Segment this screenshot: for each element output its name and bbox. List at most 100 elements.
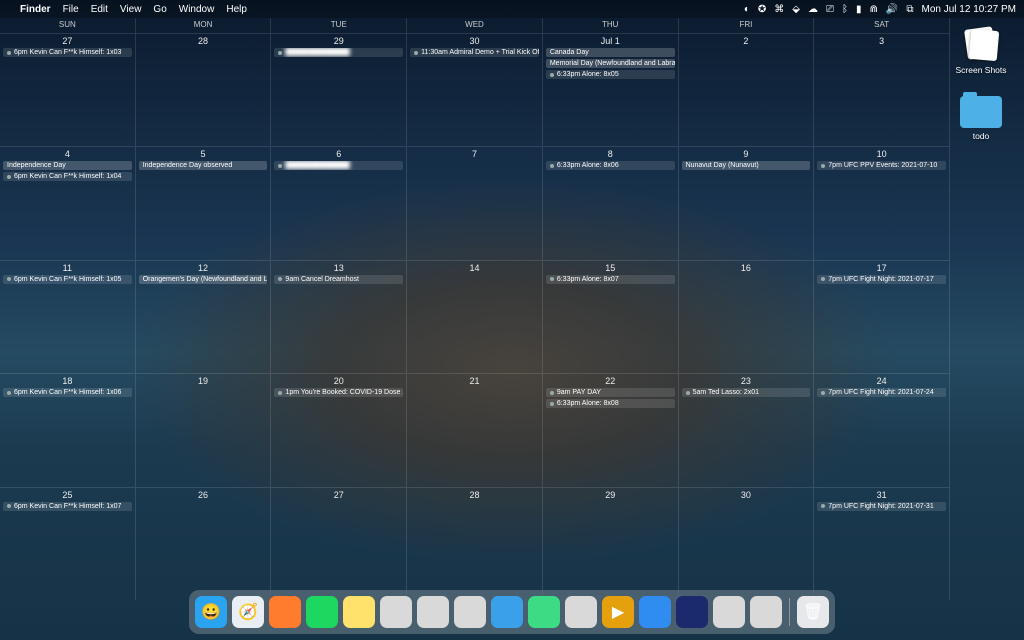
status-icon[interactable]: ☁: [808, 4, 818, 15]
calendar-event[interactable]: 6pm Kevin Can F**k Himself: 1x04: [3, 172, 132, 181]
calendar-cell[interactable]: 6█████████████: [271, 146, 407, 259]
dock-app-plex[interactable]: ▶: [602, 596, 634, 628]
calendar-cell[interactable]: 28: [407, 487, 543, 600]
menu-view[interactable]: View: [120, 4, 142, 15]
calendar-event[interactable]: 6pm Kevin Can F**k Himself: 1x07: [3, 502, 132, 511]
dock-app-app11[interactable]: [565, 596, 597, 628]
dock-app-firefox[interactable]: [269, 596, 301, 628]
calendar-cell[interactable]: 3: [814, 33, 950, 146]
dock-app-app15[interactable]: [713, 596, 745, 628]
calendar-event[interactable]: 5am Ted Lasso: 2x01: [682, 388, 811, 397]
calendar-cell[interactable]: 29█████████████: [271, 33, 407, 146]
calendar-cell[interactable]: 30: [679, 487, 815, 600]
calendar-event[interactable]: 6pm Kevin Can F**k Himself: 1x03: [3, 48, 132, 57]
calendar-event[interactable]: 6:33pm Alone: 8x07: [546, 275, 675, 284]
calendar-cell[interactable]: 156:33pm Alone: 8x07: [543, 260, 679, 373]
calendar-event[interactable]: 6:33pm Alone: 8x06: [546, 161, 675, 170]
calendar-event[interactable]: 11:30am Admiral Demo + Trial Kick Off: [410, 48, 539, 57]
menubar-app-name[interactable]: Finder: [20, 4, 51, 15]
calendar-event[interactable]: 6pm Kevin Can F**k Himself: 1x06: [3, 388, 132, 397]
calendar-event[interactable]: 7pm UFC PPV Events: 2021-07-10: [817, 161, 946, 170]
calendar-cell[interactable]: 27: [271, 487, 407, 600]
calendar-cell[interactable]: 256pm Kevin Can F**k Himself: 1x07: [0, 487, 136, 600]
dow-header: SUN: [0, 18, 136, 33]
calendar-event[interactable]: 9am Cancel Dreamhost: [274, 275, 403, 284]
calendar-cell[interactable]: 12Orangemen's Day (Newfoundland and Labr…: [136, 260, 272, 373]
calendar-event[interactable]: 1pm You're Booked: COVID-19 Dose 2 Appt: [274, 388, 403, 397]
dock-app-app7[interactable]: [417, 596, 449, 628]
status-icon[interactable]: ◐: [744, 4, 750, 15]
calendar-cell[interactable]: 186pm Kevin Can F**k Himself: 1x06: [0, 373, 136, 486]
menu-edit[interactable]: Edit: [91, 4, 108, 15]
calendar-cell[interactable]: 2: [679, 33, 815, 146]
status-icon[interactable]: ⎚: [826, 4, 834, 15]
status-icon[interactable]: ✪: [758, 4, 766, 15]
calendar-event[interactable]: Independence Day: [3, 161, 132, 170]
status-icon[interactable]: ⌘: [774, 4, 784, 15]
calendar-event[interactable]: 7pm UFC Fight Night: 2021-07-31: [817, 502, 946, 511]
battery-icon[interactable]: ▮: [856, 4, 862, 15]
calendar-event[interactable]: 6:33pm Alone: 8x08: [546, 399, 675, 408]
control-center-icon[interactable]: ⧉: [906, 4, 913, 15]
calendar-cell[interactable]: 21: [407, 373, 543, 486]
calendar-cell[interactable]: 14: [407, 260, 543, 373]
calendar-cell[interactable]: 116pm Kevin Can F**k Himself: 1x05: [0, 260, 136, 373]
calendar-cell[interactable]: 276pm Kevin Can F**k Himself: 1x03: [0, 33, 136, 146]
calendar-cell[interactable]: 229am PAY DAY6:33pm Alone: 8x08: [543, 373, 679, 486]
calendar-cell[interactable]: 107pm UFC PPV Events: 2021-07-10: [814, 146, 950, 259]
calendar-cell[interactable]: 9Nunavut Day (Nunavut): [679, 146, 815, 259]
menu-window[interactable]: Window: [179, 4, 215, 15]
calendar-cell[interactable]: 28: [136, 33, 272, 146]
calendar-cell[interactable]: Jul 1Canada DayMemorial Day (Newfoundlan…: [543, 33, 679, 146]
bluetooth-icon[interactable]: ᛒ: [842, 4, 848, 15]
dock-app-trash[interactable]: 🗑: [797, 596, 829, 628]
calendar-cell[interactable]: 16: [679, 260, 815, 373]
calendar-cell[interactable]: 4Independence Day6pm Kevin Can F**k Hims…: [0, 146, 136, 259]
calendar-event[interactable]: 6pm Kevin Can F**k Himself: 1x05: [3, 275, 132, 284]
calendar-cell[interactable]: 29: [543, 487, 679, 600]
calendar-event[interactable]: █████████████: [274, 48, 403, 57]
calendar-event[interactable]: Independence Day observed: [139, 161, 268, 170]
wifi-icon[interactable]: ⋒: [870, 4, 878, 15]
desktop-icon-screen-shots[interactable]: Screen Shots: [952, 26, 1010, 75]
desktop-icon-todo[interactable]: todo: [952, 96, 1010, 141]
calendar-event[interactable]: Canada Day: [546, 48, 675, 57]
dock-app-finder[interactable]: 😀: [195, 596, 227, 628]
menubar-clock[interactable]: Mon Jul 12 10:27 PM: [922, 4, 1017, 15]
calendar-cell[interactable]: 26: [136, 487, 272, 600]
calendar-event[interactable]: Orangemen's Day (Newfoundland and Labrad…: [139, 275, 268, 284]
calendar-cell[interactable]: 5Independence Day observed: [136, 146, 272, 259]
calendar-cell[interactable]: 139am Cancel Dreamhost: [271, 260, 407, 373]
calendar-cell[interactable]: 247pm UFC Fight Night: 2021-07-24: [814, 373, 950, 486]
dock-app-1password[interactable]: [676, 596, 708, 628]
calendar-event[interactable]: 6:33pm Alone: 8x05: [546, 70, 675, 79]
dock-app-appstore[interactable]: [639, 596, 671, 628]
dock-app-safari[interactable]: 🧭: [232, 596, 264, 628]
dock-app-notes[interactable]: [343, 596, 375, 628]
dock-app-spotify[interactable]: [306, 596, 338, 628]
calendar-event[interactable]: 7pm UFC Fight Night: 2021-07-17: [817, 275, 946, 284]
calendar-cell[interactable]: 317pm UFC Fight Night: 2021-07-31: [814, 487, 950, 600]
status-icon[interactable]: ⬙: [792, 4, 800, 15]
calendar-cell[interactable]: 19: [136, 373, 272, 486]
dock-app-messages[interactable]: [528, 596, 560, 628]
calendar-event[interactable]: 7pm UFC Fight Night: 2021-07-24: [817, 388, 946, 397]
calendar-cell[interactable]: 235am Ted Lasso: 2x01: [679, 373, 815, 486]
menu-file[interactable]: File: [63, 4, 79, 15]
calendar-cell[interactable]: 3011:30am Admiral Demo + Trial Kick Off: [407, 33, 543, 146]
menu-help[interactable]: Help: [226, 4, 247, 15]
calendar-event[interactable]: Nunavut Day (Nunavut): [682, 161, 811, 170]
dock-app-app8[interactable]: [454, 596, 486, 628]
calendar-event[interactable]: 9am PAY DAY: [546, 388, 675, 397]
dock-app-app6[interactable]: [380, 596, 412, 628]
calendar-cell[interactable]: 177pm UFC Fight Night: 2021-07-17: [814, 260, 950, 373]
menu-go[interactable]: Go: [153, 4, 166, 15]
calendar-cell[interactable]: 7: [407, 146, 543, 259]
dock-app-app16[interactable]: [750, 596, 782, 628]
calendar-event[interactable]: Memorial Day (Newfoundland and Labrador): [546, 59, 675, 68]
calendar-cell[interactable]: 86:33pm Alone: 8x06: [543, 146, 679, 259]
volume-icon[interactable]: 🔊: [886, 4, 898, 15]
calendar-cell[interactable]: 201pm You're Booked: COVID-19 Dose 2 App…: [271, 373, 407, 486]
dock-app-mail[interactable]: [491, 596, 523, 628]
calendar-event[interactable]: █████████████: [274, 161, 403, 170]
